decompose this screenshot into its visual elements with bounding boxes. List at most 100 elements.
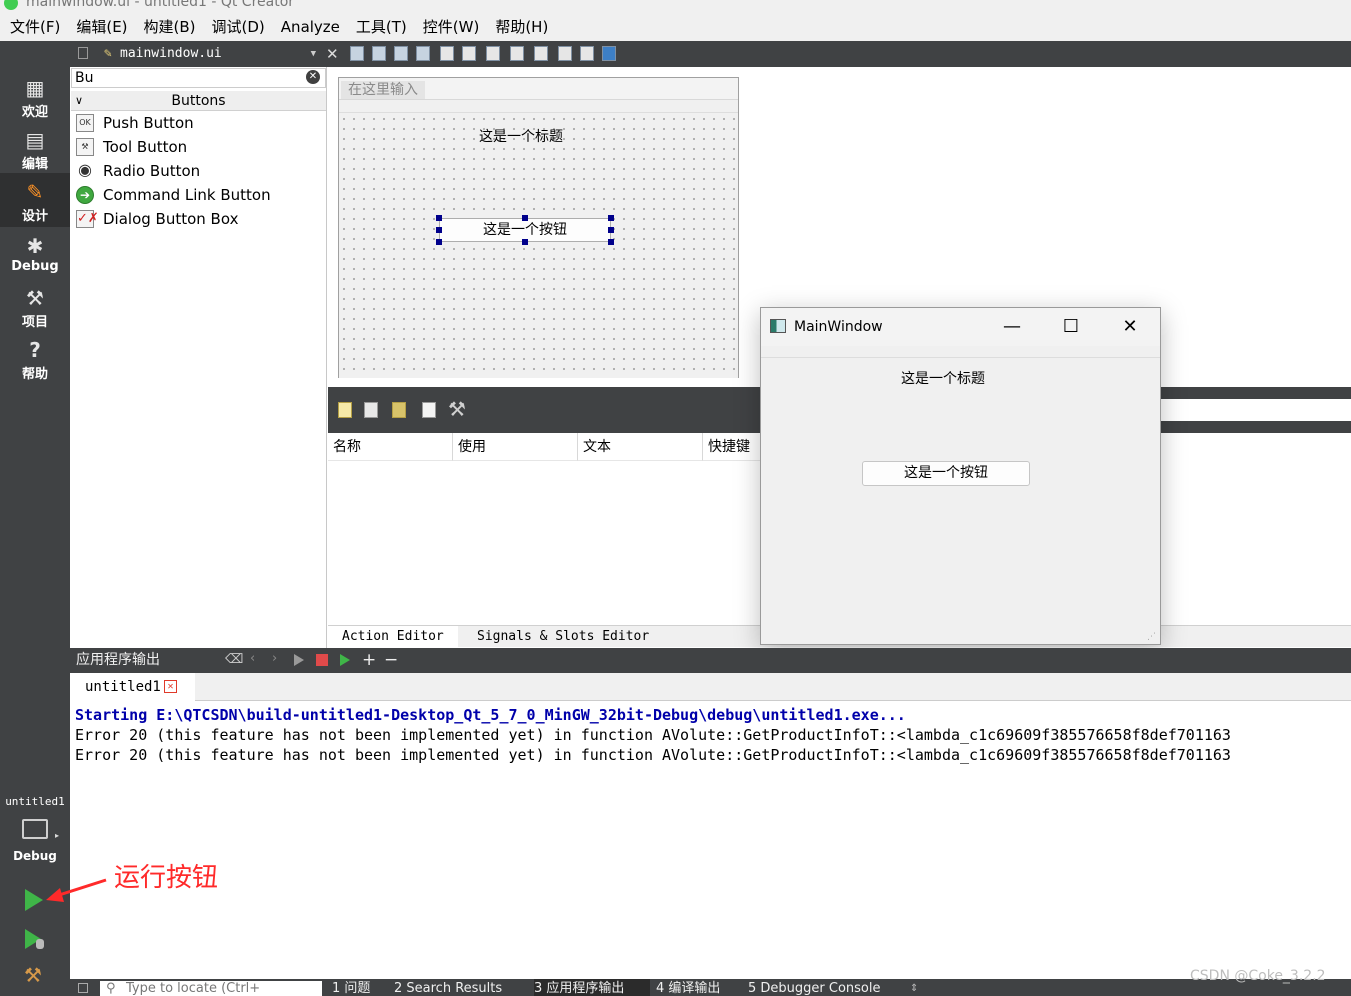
zoom-in-icon[interactable]: + bbox=[362, 648, 376, 673]
edit-buddies-icon[interactable] bbox=[394, 46, 408, 61]
document-name: mainwindow.ui bbox=[120, 46, 222, 61]
menu-analyze[interactable]: Analyze bbox=[273, 14, 348, 41]
selection-handle[interactable] bbox=[436, 239, 442, 245]
chevron-down-icon: ▼ bbox=[310, 49, 316, 59]
output-tab-untitled1[interactable]: untitled1 ✕ bbox=[70, 673, 195, 701]
mode-design[interactable]: ✎ 设计 bbox=[0, 173, 70, 227]
menu-widgets[interactable]: 控件(W) bbox=[415, 14, 488, 41]
title-bar: mainwindow.ui - untitled1 - Qt Creator bbox=[0, 0, 1351, 14]
grid-icon: ▦ bbox=[25, 76, 45, 100]
kit-arrow-icon[interactable]: ▸ bbox=[55, 831, 59, 840]
widget-command-link-button[interactable]: ➔ Command Link Button bbox=[74, 183, 271, 207]
new-action-icon[interactable] bbox=[338, 402, 352, 418]
status-issues[interactable]: 1 问题 bbox=[332, 979, 390, 996]
mode-projects[interactable]: ⚒ 项目 bbox=[0, 279, 70, 333]
attach-debugger-icon[interactable] bbox=[340, 654, 350, 666]
menu-help[interactable]: 帮助(H) bbox=[487, 14, 556, 41]
running-window-titlebar[interactable]: MainWindow — ☐ ✕ bbox=[761, 308, 1160, 346]
selection-handle[interactable] bbox=[608, 239, 614, 245]
column-shortcut[interactable]: 快捷键 bbox=[703, 433, 768, 461]
document-icon: ▤ bbox=[25, 128, 45, 152]
column-text[interactable]: 文本 bbox=[578, 433, 703, 461]
previous-item-icon[interactable]: ‹ bbox=[250, 651, 255, 666]
layout-h-splitter-icon[interactable] bbox=[486, 46, 500, 61]
status-search-results[interactable]: 2 Search Results bbox=[394, 979, 530, 996]
minimize-button[interactable]: — bbox=[983, 308, 1041, 346]
form-menu-placeholder[interactable]: 在这里输入 bbox=[341, 81, 425, 99]
hammer-icon[interactable]: ⚒ bbox=[24, 963, 42, 987]
open-document-combo[interactable]: ✎ mainwindow.ui ▼ bbox=[100, 41, 322, 67]
menu-debug[interactable]: 调试(D) bbox=[204, 14, 273, 41]
zoom-out-icon[interactable]: − bbox=[384, 648, 398, 673]
layout-horizontal-icon[interactable] bbox=[440, 46, 454, 61]
paste-action-icon[interactable] bbox=[392, 402, 406, 418]
widget-radio-button[interactable]: ◉ Radio Button bbox=[74, 159, 200, 183]
break-layout-icon[interactable] bbox=[580, 46, 594, 61]
toggle-sidebar-icon[interactable] bbox=[78, 983, 88, 993]
selection-handle[interactable] bbox=[522, 239, 528, 245]
clear-output-icon[interactable]: ⌫ bbox=[225, 652, 243, 667]
tab-action-editor[interactable]: Action Editor bbox=[328, 626, 458, 648]
category-buttons-header[interactable]: ∨ Buttons bbox=[71, 91, 326, 111]
mode-welcome[interactable]: ▦ 欢迎 bbox=[0, 69, 70, 123]
form-title-label[interactable]: 这是一个标题 bbox=[479, 126, 563, 146]
status-compile-output[interactable]: 4 编译输出 bbox=[656, 979, 742, 996]
locator-input[interactable]: ⚲ Type to locate (Ctrl+ bbox=[100, 981, 322, 996]
output-tabs: untitled1 ✕ bbox=[70, 673, 1351, 701]
menu-edit[interactable]: 编辑(E) bbox=[68, 14, 135, 41]
status-debugger-console[interactable]: 5 Debugger Console bbox=[748, 979, 898, 996]
form-canvas-grid[interactable]: 这是一个标题 这是一个按钮 bbox=[339, 114, 738, 378]
widget-push-button[interactable]: OK Push Button bbox=[74, 111, 194, 135]
delete-action-icon[interactable] bbox=[422, 402, 436, 418]
layout-v-splitter-icon[interactable] bbox=[510, 46, 524, 61]
column-name[interactable]: 名称 bbox=[328, 433, 453, 461]
close-document-icon[interactable]: ✕ bbox=[326, 41, 339, 67]
tab-signals-slots[interactable]: Signals & Slots Editor bbox=[463, 626, 663, 648]
running-push-button[interactable]: 这是一个按钮 bbox=[862, 461, 1030, 486]
maximize-button[interactable]: ☐ bbox=[1042, 308, 1100, 346]
layout-vertical-icon[interactable] bbox=[462, 46, 476, 61]
layout-grid-icon[interactable] bbox=[558, 46, 572, 61]
column-used[interactable]: 使用 bbox=[453, 433, 578, 461]
copy-action-icon[interactable] bbox=[364, 402, 378, 418]
mode-debug[interactable]: ✱ Debug bbox=[0, 227, 70, 281]
application-output-text[interactable]: Starting E:\QTCSDN\build-untitled1-Deskt… bbox=[70, 701, 1351, 979]
adjust-size-icon[interactable] bbox=[602, 46, 616, 61]
monitor-icon[interactable] bbox=[22, 819, 48, 839]
rerun-icon[interactable] bbox=[294, 654, 304, 666]
mode-debug-label: Debug bbox=[11, 259, 59, 274]
panel-splitter[interactable] bbox=[1160, 421, 1351, 433]
selection-handle[interactable] bbox=[522, 215, 528, 221]
close-button[interactable]: ✕ bbox=[1101, 308, 1159, 346]
layout-form-icon[interactable] bbox=[534, 46, 548, 61]
status-application-output[interactable]: 3 应用程序输出 bbox=[534, 979, 650, 996]
next-item-icon[interactable]: › bbox=[272, 651, 277, 666]
widget-filter-input[interactable]: Bu bbox=[71, 68, 326, 88]
selection-handle[interactable] bbox=[608, 215, 614, 221]
mode-edit[interactable]: ▤ 编辑 bbox=[0, 121, 70, 175]
designer-form[interactable]: 在这里输入 这是一个标题 这是一个按钮 bbox=[338, 77, 739, 378]
menu-build[interactable]: 构建(B) bbox=[136, 14, 204, 41]
selection-handle[interactable] bbox=[436, 227, 442, 233]
menu-tools[interactable]: 工具(T) bbox=[348, 14, 415, 41]
panel-splitter[interactable] bbox=[1160, 387, 1351, 399]
widget-dialog-button-box-label: Dialog Button Box bbox=[103, 210, 239, 228]
clear-filter-icon[interactable]: ✕ bbox=[306, 70, 320, 84]
selection-handle[interactable] bbox=[436, 215, 442, 221]
lock-icon[interactable] bbox=[78, 47, 88, 59]
configure-icon[interactable]: ⚒ bbox=[448, 397, 466, 421]
widget-tool-button[interactable]: ⚒ Tool Button bbox=[74, 135, 187, 159]
stop-icon[interactable] bbox=[316, 654, 328, 666]
size-grip-icon[interactable]: ⋰ bbox=[1147, 632, 1156, 642]
close-tab-icon[interactable]: ✕ bbox=[164, 680, 177, 693]
menu-file[interactable]: 文件(F) bbox=[2, 14, 68, 41]
push-button-icon: OK bbox=[76, 114, 94, 132]
window-title: mainwindow.ui - untitled1 - Qt Creator bbox=[26, 0, 295, 10]
selection-handle[interactable] bbox=[608, 227, 614, 233]
chevron-updown-icon[interactable]: ⇕ bbox=[910, 979, 918, 996]
edit-widgets-icon[interactable] bbox=[350, 46, 364, 61]
mode-help[interactable]: ? 帮助 bbox=[0, 331, 70, 385]
edit-tab-order-icon[interactable] bbox=[416, 46, 430, 61]
widget-dialog-button-box[interactable]: ✓✗ Dialog Button Box bbox=[74, 207, 238, 231]
edit-signals-icon[interactable] bbox=[372, 46, 386, 61]
